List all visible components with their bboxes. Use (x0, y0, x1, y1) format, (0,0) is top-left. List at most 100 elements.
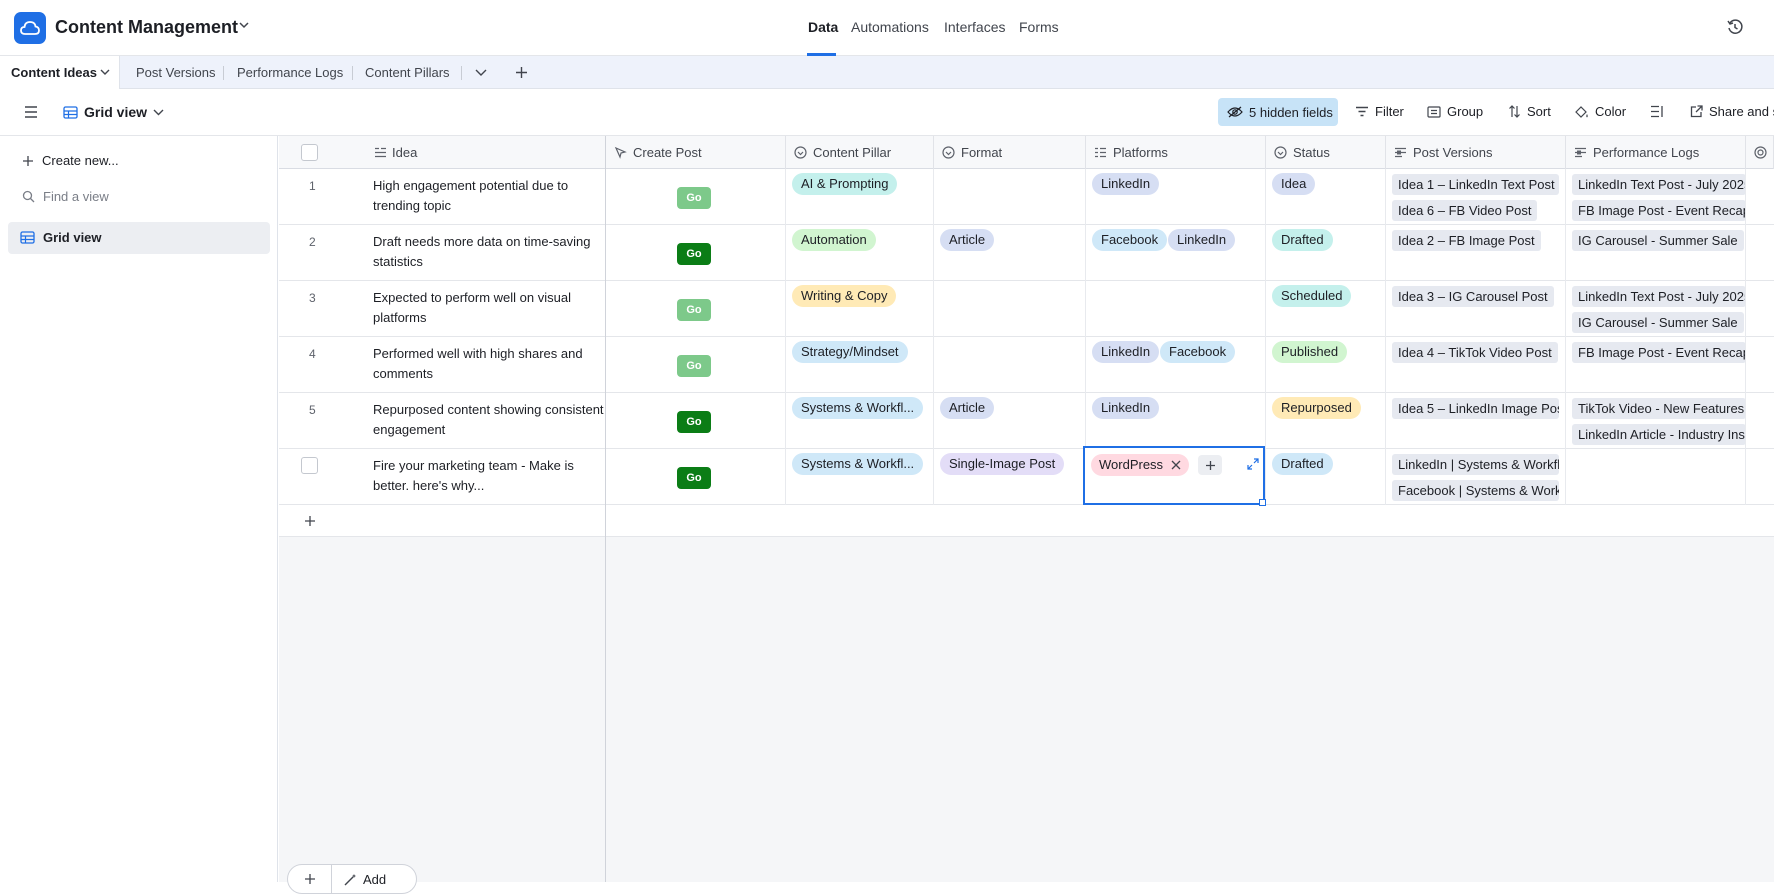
cell-performance-logs[interactable] (1566, 449, 1746, 505)
remove-icon[interactable] (1171, 460, 1181, 470)
cell-platforms[interactable]: LinkedIn (1086, 169, 1266, 225)
cell-content-pillar[interactable]: Strategy/Mindset (786, 337, 934, 393)
add-with-ai-button[interactable]: Add (332, 872, 386, 887)
cell-content-pillar[interactable]: Systems & Workfl... (786, 449, 934, 505)
cell-format[interactable] (934, 337, 1086, 393)
hamburger-menu-icon[interactable] (24, 106, 38, 118)
linked-record-chip[interactable]: FB Image Post - Event Recap (1572, 342, 1745, 363)
header-post-versions[interactable]: Post Versions (1386, 136, 1566, 169)
cell-status[interactable]: Published (1266, 337, 1386, 393)
platforms-cell-editor[interactable]: WordPress (1083, 446, 1266, 506)
cell-performance-logs[interactable]: LinkedIn Text Post - July 2025 FB Image … (1566, 169, 1746, 225)
table-row[interactable]: Fire your marketing team - Make is bette… (279, 449, 1774, 505)
chevron-down-icon[interactable] (475, 69, 487, 77)
sidebar-item-grid-view[interactable]: Grid view (8, 222, 270, 254)
cell-performance-logs[interactable]: IG Carousel - Summer Sale (1566, 225, 1746, 281)
cell-status[interactable]: Drafted (1266, 449, 1386, 505)
linked-record-chip[interactable]: LinkedIn Text Post - July 2025 (1572, 174, 1745, 195)
hidden-fields-button[interactable]: 5 hidden fields (1218, 98, 1338, 126)
header-format[interactable]: Format (934, 136, 1086, 169)
cell-status[interactable]: Scheduled (1266, 281, 1386, 337)
group-button[interactable]: Group (1427, 104, 1483, 119)
go-button[interactable]: Go (677, 243, 711, 265)
cell-format[interactable] (934, 169, 1086, 225)
cell-status[interactable]: Repurposed (1266, 393, 1386, 449)
cell-content-pillar[interactable]: Automation (786, 225, 934, 281)
add-table-icon[interactable] (515, 66, 528, 79)
cell-idea[interactable]: Fire your marketing team - Make is bette… (279, 449, 606, 505)
view-switcher[interactable]: Grid view (63, 104, 164, 120)
cell-status[interactable]: Drafted (1266, 225, 1386, 281)
cell-format[interactable]: Single-Image Post (934, 449, 1086, 505)
cell-idea[interactable]: 5 Repurposed content showing consistent … (279, 393, 606, 449)
linked-record-chip[interactable]: IG Carousel - Summer Sale (1572, 230, 1744, 251)
go-button[interactable]: Go (677, 187, 711, 209)
cell-format[interactable]: Article (934, 393, 1086, 449)
cell-post-versions[interactable]: LinkedIn | Systems & Workflo Facebook | … (1386, 449, 1566, 505)
table-row[interactable]: 2 Draft needs more data on time-saving s… (279, 225, 1774, 281)
cell-content-pillar[interactable]: AI & Prompting (786, 169, 934, 225)
cell-idea[interactable]: 2 Draft needs more data on time-saving s… (279, 225, 606, 281)
linked-record-chip[interactable]: LinkedIn Text Post - July 2025 (1572, 286, 1745, 307)
table-tab-content-ideas[interactable]: Content Ideas (0, 56, 120, 89)
header-status[interactable]: Status (1266, 136, 1386, 169)
cell-idea[interactable]: 3 Expected to perform well on visual pla… (279, 281, 606, 337)
cell-post-versions[interactable]: Idea 2 – FB Image Post (1386, 225, 1566, 281)
table-tab-performance-logs[interactable]: Performance Logs (237, 65, 343, 80)
header-performance-logs[interactable]: Performance Logs (1566, 136, 1746, 169)
cell-platforms[interactable]: LinkedIn Facebook (1086, 337, 1266, 393)
cell-performance-logs[interactable]: TikTok Video - New Features LinkedIn Art… (1566, 393, 1746, 449)
header-create-post[interactable]: Create Post (606, 136, 786, 169)
header-content-pillar[interactable]: Content Pillar (786, 136, 934, 169)
cell-status[interactable]: Idea (1266, 169, 1386, 225)
table-row[interactable]: 3 Expected to perform well on visual pla… (279, 281, 1774, 337)
linked-record-chip[interactable]: Idea 2 – FB Image Post (1392, 230, 1541, 251)
base-title[interactable]: Content Management (55, 17, 238, 38)
linked-record-chip[interactable]: FB Image Post - Event Recap (1572, 200, 1745, 221)
linked-record-chip[interactable]: Idea 5 – LinkedIn Image Post (1392, 398, 1559, 419)
cell-idea[interactable]: 1 High engagement potential due to trend… (279, 169, 606, 225)
cell-platforms[interactable]: Facebook LinkedIn (1086, 225, 1266, 281)
table-row[interactable]: 1 High engagement potential due to trend… (279, 169, 1774, 225)
table-tab-post-versions[interactable]: Post Versions (136, 65, 216, 80)
cell-post-versions[interactable]: Idea 1 – LinkedIn Text Post Idea 6 – FB … (1386, 169, 1566, 225)
table-tab-content-pillars[interactable]: Content Pillars (365, 65, 450, 80)
fill-handle[interactable] (1259, 499, 1266, 506)
go-button[interactable]: Go (677, 299, 711, 321)
cell-performance-logs[interactable]: FB Image Post - Event Recap (1566, 337, 1746, 393)
expand-icon[interactable] (1247, 458, 1259, 470)
linked-record-chip[interactable]: IG Carousel - Summer Sale (1572, 312, 1744, 333)
cell-post-versions[interactable]: Idea 4 – TikTok Video Post (1386, 337, 1566, 393)
linked-record-chip[interactable]: Idea 6 – FB Video Post (1392, 200, 1538, 221)
go-button[interactable]: Go (677, 411, 711, 433)
cell-idea[interactable]: 4 Performed well with high shares and co… (279, 337, 606, 393)
header-platforms[interactable]: Platforms (1086, 136, 1266, 169)
table-row[interactable]: 5 Repurposed content showing consistent … (279, 393, 1774, 449)
cell-format[interactable] (934, 281, 1086, 337)
linked-record-chip[interactable]: Idea 1 – LinkedIn Text Post (1392, 174, 1559, 195)
find-view-input[interactable]: Find a view (22, 189, 109, 204)
linked-record-chip[interactable]: Idea 4 – TikTok Video Post (1392, 342, 1558, 363)
tab-forms[interactable]: Forms (1019, 19, 1059, 35)
cell-format[interactable]: Article (934, 225, 1086, 281)
tab-data[interactable]: Data (808, 19, 838, 35)
add-record-row[interactable] (279, 505, 1774, 537)
tab-interfaces[interactable]: Interfaces (944, 19, 1005, 35)
add-record-button[interactable] (288, 865, 332, 893)
select-all-checkbox[interactable] (301, 144, 318, 161)
cell-platforms[interactable] (1086, 281, 1266, 337)
header-idea[interactable]: Idea (279, 136, 606, 169)
add-option-button[interactable] (1198, 455, 1222, 475)
share-view-button[interactable]: Share and s (1690, 104, 1774, 119)
header-next-field[interactable] (1746, 136, 1774, 169)
chevron-down-icon[interactable] (239, 22, 249, 29)
filter-button[interactable]: Filter (1355, 104, 1404, 119)
cell-platforms[interactable]: LinkedIn (1086, 393, 1266, 449)
linked-record-chip[interactable]: Idea 3 – IG Carousel Post (1392, 286, 1554, 307)
cell-content-pillar[interactable]: Writing & Copy (786, 281, 934, 337)
row-height-icon[interactable] (1650, 105, 1665, 118)
color-button[interactable]: Color (1574, 104, 1626, 119)
linked-record-chip[interactable]: LinkedIn Article - Industry Ins (1572, 424, 1745, 445)
sort-button[interactable]: Sort (1508, 104, 1551, 119)
go-button[interactable]: Go (677, 355, 711, 377)
